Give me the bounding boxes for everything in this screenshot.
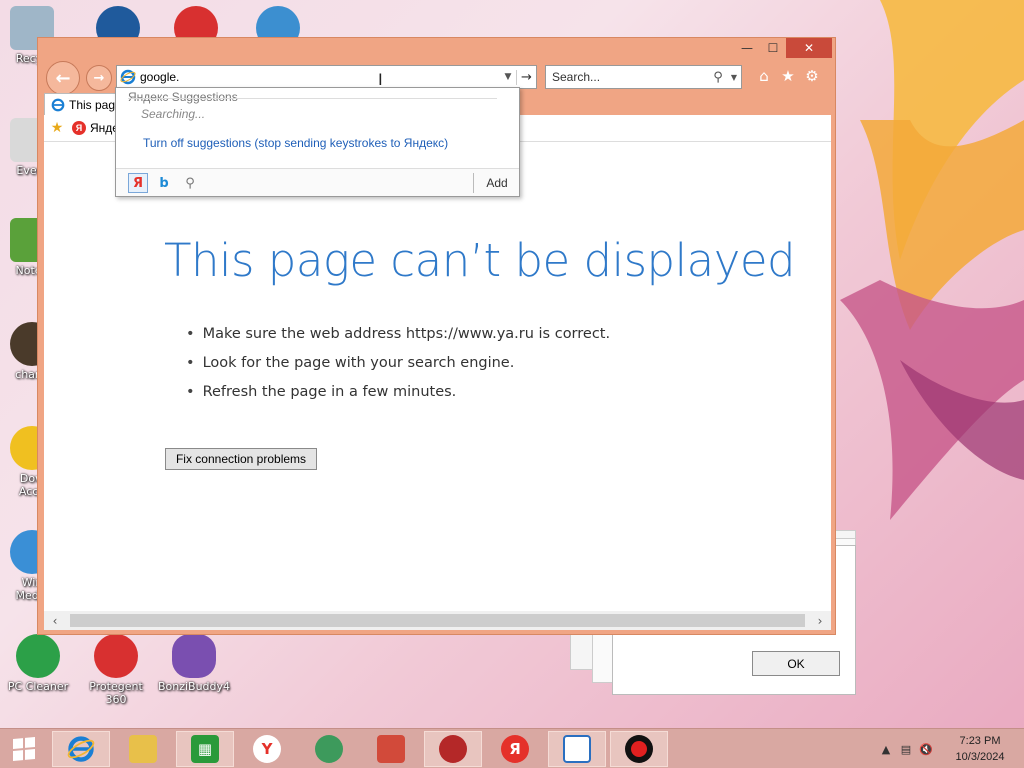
desktop-icon-pc-cleaner[interactable]: PC Cleaner — [0, 634, 76, 693]
pc-cleaner-icon — [16, 634, 60, 678]
search-bar[interactable]: ⚲ ▼ — [545, 65, 742, 89]
network-icon[interactable]: ▤ — [896, 743, 916, 756]
desktop-icon-label: Protegent 360 — [89, 680, 143, 706]
horizontal-scrollbar[interactable]: ‹ › — [44, 611, 831, 630]
error-tip: Look for the page with your search engin… — [186, 355, 610, 384]
fix-connection-button[interactable]: Fix connection problems — [165, 448, 317, 470]
scroll-right-icon[interactable]: › — [809, 614, 831, 628]
chevron-down-icon[interactable]: ▼ — [727, 73, 741, 82]
window-icon — [563, 735, 591, 763]
chevron-down-icon[interactable]: ▼ — [500, 72, 516, 82]
clock-date: 10/3/2024 — [955, 751, 1005, 763]
ie-icon — [51, 98, 65, 111]
record-icon — [625, 735, 653, 763]
clock-time: 7:23 PM — [959, 735, 1001, 747]
turn-off-suggestions-link[interactable]: Turn off suggestions (stop sending keyst… — [143, 136, 448, 150]
close-button[interactable]: ✕ — [786, 38, 832, 58]
chevron-up-icon[interactable]: ▲ — [876, 743, 896, 756]
close-icon: ✕ — [803, 41, 815, 55]
text-cursor-icon: I — [378, 70, 383, 89]
desktop-icon-label: PC Cleaner — [7, 680, 69, 693]
provider-divider — [473, 173, 474, 193]
minimize-button[interactable]: — — [734, 38, 760, 58]
address-bar[interactable]: ▼ → — [116, 65, 537, 89]
volume-muted-icon[interactable]: 🔇 — [916, 743, 936, 756]
go-button[interactable]: → — [516, 69, 536, 85]
suggestions-divider — [128, 98, 497, 99]
yandex-browser-icon: Y — [253, 735, 281, 763]
folder-icon — [129, 735, 157, 763]
tab-label: This page can't be displayed — [69, 97, 117, 112]
taskbar-yandex[interactable]: Я — [486, 731, 544, 767]
taskbar-yandex-browser[interactable]: Y — [238, 731, 296, 767]
ie-icon — [67, 736, 95, 762]
ie-icon — [120, 69, 136, 85]
yandex-provider-icon[interactable]: Я — [128, 173, 148, 193]
taskbar-store[interactable]: ▦ — [176, 731, 234, 767]
page-content: This page can’t be displayed Make sure t… — [44, 142, 831, 611]
clock[interactable]: 7:23 PM 10/3/2024 — [936, 733, 1024, 765]
dialog-ok-button[interactable]: OK — [752, 651, 840, 676]
address-suggestions-dropdown: Яндекс Suggestions Searching... Turn off… — [115, 87, 520, 197]
wallpaper-flower — [840, 0, 1024, 520]
add-favorite-star-icon[interactable]: ★ — [48, 120, 66, 136]
error-title: This page can’t be displayed — [164, 234, 796, 287]
taskbar: ▦ Y Я ▲ ▤ 🔇 7:23 PM 10/3/2024 — [0, 728, 1024, 768]
protegent-360-icon — [94, 634, 138, 678]
system-tray: ▲ ▤ 🔇 7:23 PM 10/3/2024 — [876, 729, 1024, 768]
bonzibuddy-icon — [172, 634, 216, 678]
scroll-left-icon[interactable]: ‹ — [44, 614, 66, 628]
desktop-icon-label: BonziBuddy4 — [157, 680, 231, 693]
search-input[interactable] — [546, 70, 709, 84]
bing-provider-icon[interactable]: b — [154, 173, 174, 193]
taskbar-chrome[interactable] — [300, 731, 358, 767]
error-tip: Refresh the page in a few minutes. — [186, 384, 610, 413]
search-icon[interactable]: ⚲ — [709, 70, 727, 85]
taskbar-app-red[interactable] — [362, 731, 420, 767]
gear-icon[interactable]: ⚙ — [802, 66, 822, 86]
yandex-icon: Я — [501, 735, 529, 763]
desktop-icon-bonzibuddy[interactable]: BonziBuddy4 — [156, 634, 232, 693]
taskbar-window[interactable] — [548, 731, 606, 767]
arrow-right-icon: → — [93, 70, 105, 86]
error-tips-list: Make sure the web address https://www.ya… — [186, 326, 611, 413]
taskbar-ie[interactable] — [52, 731, 110, 767]
tab-current[interactable]: This page can't be displayed — [44, 93, 118, 115]
search-provider-icon[interactable]: ⚲ — [180, 173, 200, 193]
address-input[interactable] — [140, 70, 500, 84]
taskbar-media[interactable] — [424, 731, 482, 767]
error-tip: Make sure the web address https://www.ya… — [186, 326, 611, 355]
store-icon: ▦ — [191, 735, 219, 763]
home-icon[interactable]: ⌂ — [754, 66, 774, 86]
toolbox-icon — [377, 735, 405, 763]
search-provider-bar: Я b ⚲ Add — [116, 168, 519, 196]
arrow-left-icon: ← — [55, 67, 71, 89]
windows-logo-icon — [13, 737, 35, 761]
start-button[interactable] — [0, 729, 48, 768]
favorites-star-icon[interactable]: ★ — [778, 66, 798, 86]
back-button[interactable]: ← — [46, 61, 80, 95]
taskbar-recorder[interactable] — [610, 731, 668, 767]
chrome-icon — [315, 735, 343, 763]
taskbar-file-explorer[interactable] — [114, 731, 172, 767]
add-provider-button[interactable]: Add — [478, 173, 516, 193]
yandex-icon: Я — [72, 121, 86, 135]
scrollbar-thumb[interactable] — [70, 614, 805, 627]
maximize-button[interactable]: ☐ — [760, 38, 786, 58]
desktop-icon-protegent-360[interactable]: Protegent 360 — [78, 634, 154, 706]
suggestions-status: Searching... — [141, 107, 206, 121]
media-icon — [439, 735, 467, 763]
suggestions-header: Яндекс Suggestions — [128, 90, 238, 104]
forward-button[interactable]: → — [86, 65, 112, 91]
